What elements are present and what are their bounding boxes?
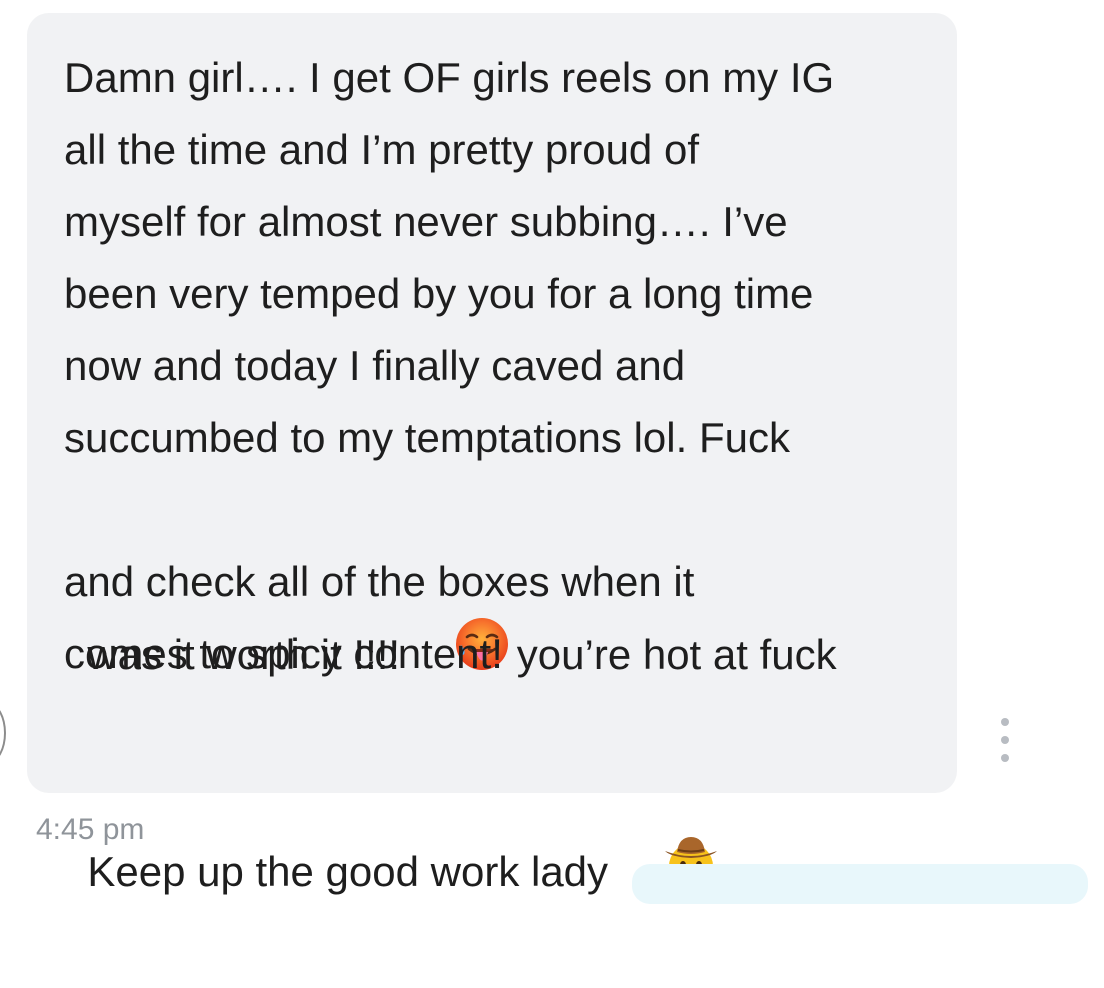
message-line: was it worth it !!!! you’re hot at fuck [64, 474, 837, 678]
outgoing-message-bubble[interactable] [632, 864, 1088, 904]
avatar[interactable] [0, 703, 6, 763]
message-line: now and today I finally caved and [64, 342, 686, 389]
more-vertical-icon[interactable] [993, 718, 1017, 762]
message-line: been very temped by you for a long time [64, 270, 814, 317]
message-line: Keep up the good work lady [64, 690, 727, 895]
message-line: all the time and I’m pretty proud of [64, 126, 699, 173]
message-line: Damn girl…. I get OF girls reels on my I… [64, 54, 835, 101]
more-dot [1001, 736, 1009, 744]
message-line: succumbed to my temptations lol. Fuck [64, 414, 790, 461]
message-text-segment: you’re hot at fuck [516, 631, 837, 679]
message-text-segment: Keep up the good work lady [87, 848, 609, 896]
message-line: comes to spicy content! [64, 630, 503, 677]
more-dot [1001, 754, 1009, 762]
message-timestamp: 4:45 pm [36, 813, 145, 846]
message-line: myself for almost never subbing…. I’ve [64, 198, 788, 245]
more-dot [1001, 718, 1009, 726]
message-line: and check all of the boxes when it [64, 558, 695, 605]
